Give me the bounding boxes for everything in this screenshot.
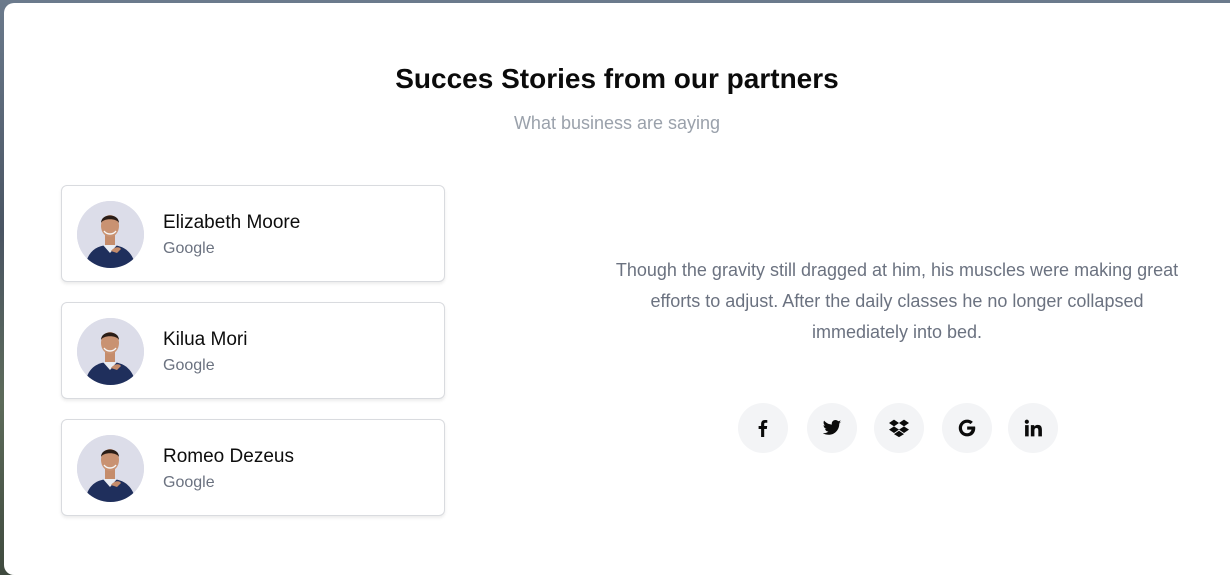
testimonial-card-elizabeth-moore[interactable]: Elizabeth Moore Google <box>61 185 445 282</box>
testimonial-name: Kilua Mori <box>163 329 248 350</box>
page-title: Succes Stories from our partners <box>395 63 839 94</box>
social-links <box>4 403 1230 453</box>
linkedin-button[interactable] <box>1008 403 1058 453</box>
google-button[interactable] <box>942 403 992 453</box>
facebook-button[interactable] <box>738 403 788 453</box>
twitter-button[interactable] <box>807 403 857 453</box>
testimonial-list: Elizabeth Moore Google Kilua Mori Google <box>61 185 445 536</box>
page-subtitle: What business are saying <box>513 113 721 133</box>
linkedin-icon <box>1023 418 1043 438</box>
dropbox-button[interactable] <box>874 403 924 453</box>
testimonial-card-kilua-mori[interactable]: Kilua Mori Google <box>61 302 445 399</box>
testimonial-company: Google <box>163 240 215 257</box>
dropbox-icon <box>889 418 909 438</box>
google-icon <box>957 418 977 438</box>
testimonial-company: Google <box>163 474 215 491</box>
avatar <box>77 201 144 268</box>
testimonials-section: Succes Stories from our partners What bu… <box>4 3 1230 575</box>
facebook-icon <box>753 418 773 438</box>
testimonial-name: Elizabeth Moore <box>163 212 301 233</box>
testimonial-quote: Though the gravity still dragged at him,… <box>615 260 1179 342</box>
twitter-icon <box>822 418 842 438</box>
avatar <box>77 318 144 385</box>
testimonial-company: Google <box>163 357 215 374</box>
